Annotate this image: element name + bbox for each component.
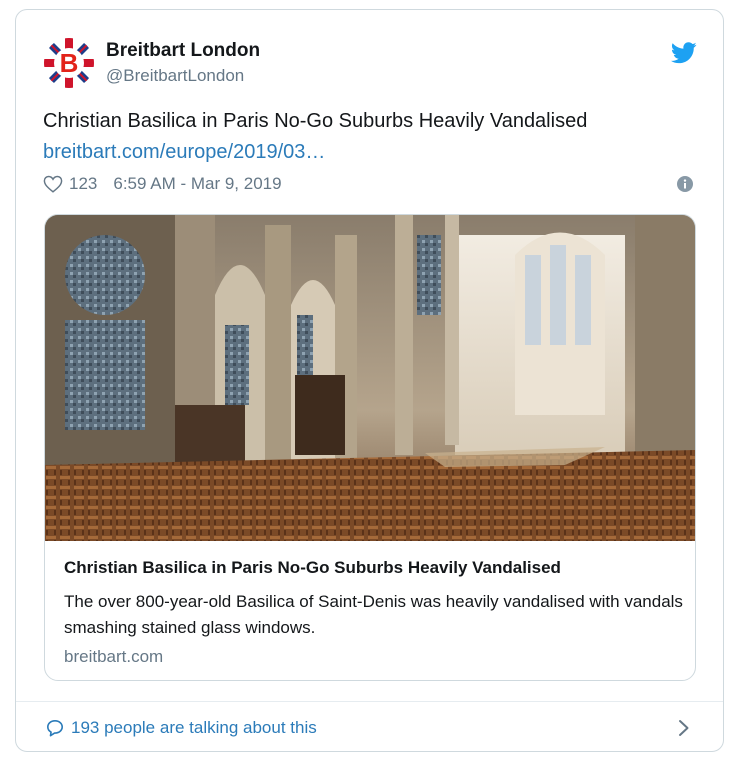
tweet-meta: 123 6:59 AM - Mar 9, 2019 xyxy=(43,173,282,195)
twitter-bird-icon[interactable] xyxy=(671,42,697,64)
tweet-timestamp[interactable]: 6:59 AM - Mar 9, 2019 xyxy=(113,174,281,194)
card-title[interactable]: Christian Basilica in Paris No-Go Suburb… xyxy=(64,558,561,578)
footer-divider xyxy=(16,701,723,702)
author-name[interactable]: Breitbart London xyxy=(106,40,260,62)
conversation-link[interactable]: 193 people are talking about this xyxy=(46,717,317,739)
svg-text:B: B xyxy=(60,48,79,78)
heart-icon[interactable] xyxy=(43,175,63,193)
author-handle[interactable]: @BreitbartLondon xyxy=(106,66,244,86)
info-icon[interactable] xyxy=(677,176,693,192)
tweet-text: Christian Basilica in Paris No-Go Suburb… xyxy=(43,110,588,132)
link-card[interactable]: Christian Basilica in Paris No-Go Suburb… xyxy=(44,214,696,681)
chevron-right-icon[interactable] xyxy=(678,719,690,737)
card-domain: breitbart.com xyxy=(64,647,164,666)
speech-bubble-icon xyxy=(46,719,64,737)
cathedral-interior-image[interactable] xyxy=(45,215,695,541)
conversation-label[interactable]: 193 people are talking about this xyxy=(71,718,317,738)
avatar[interactable]: B xyxy=(44,38,94,88)
tweet-link[interactable]: breitbart.com/europe/2019/03… xyxy=(43,141,325,164)
like-count[interactable]: 123 xyxy=(69,174,97,194)
card-description: The over 800-year-old Basilica of Saint-… xyxy=(64,592,683,637)
embedded-tweet: B Breitbart London @BreitbartLondon Chri… xyxy=(15,9,724,752)
